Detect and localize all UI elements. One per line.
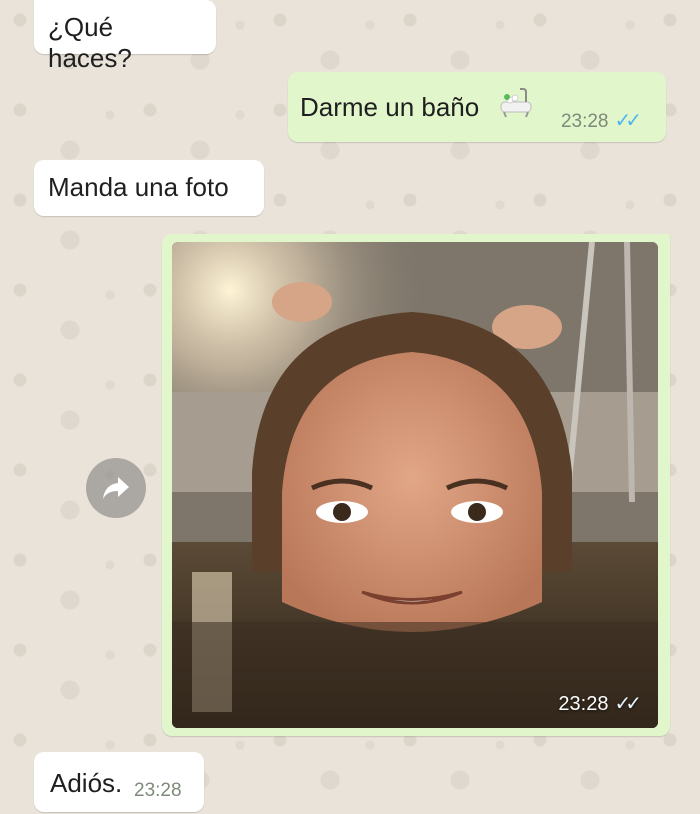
forward-button[interactable] [86, 458, 146, 518]
photo-image [172, 242, 658, 728]
incoming-message[interactable]: Adiós. 23:28 [34, 752, 204, 812]
outgoing-photo-message[interactable]: 23:28 ✓✓ [162, 234, 670, 736]
timestamp: 23:28 [558, 693, 609, 715]
read-receipt-icon: ✓✓ [614, 110, 641, 132]
message-text: Adiós. [50, 768, 123, 798]
message-meta: 23:28 ✓✓ [558, 691, 641, 716]
photo[interactable]: 23:28 ✓✓ [172, 242, 658, 728]
read-receipt-icon: ✓✓ [614, 693, 641, 715]
incoming-message[interactable]: ¿Qué haces? [34, 0, 216, 73]
timestamp: 23:28 [560, 111, 609, 132]
forward-icon [103, 477, 129, 499]
message-text: ¿Qué haces? [48, 12, 132, 73]
message-meta: 23:28 ✓✓ [560, 103, 642, 134]
outgoing-message[interactable]: Darme un baño 23:28 ✓✓ [288, 72, 666, 142]
incoming-message[interactable]: Manda una foto [34, 160, 264, 216]
bathtub-icon [498, 86, 534, 122]
timestamp: 23:28 [134, 780, 182, 801]
message-text: Darme un baño [300, 92, 480, 122]
message-text: Manda una foto [48, 172, 229, 202]
